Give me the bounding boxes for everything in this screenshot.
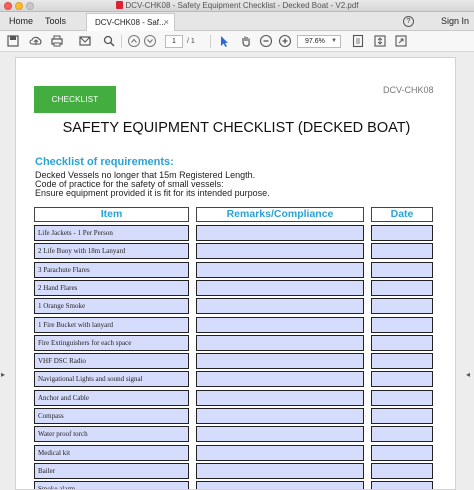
item-field[interactable]: 1 Orange Smoke bbox=[34, 298, 189, 314]
document-viewer[interactable]: ▸ ◂ DCV-CHK08 CHECKLIST SAFETY EQUIPMENT… bbox=[0, 52, 474, 490]
window-titlebar: DCV-CHK08 - Safety Equipment Checklist -… bbox=[0, 0, 474, 12]
save-icon[interactable] bbox=[6, 34, 20, 48]
item-field[interactable]: Smoke alarm bbox=[34, 481, 189, 489]
remarks-field[interactable] bbox=[196, 390, 364, 406]
date-field[interactable] bbox=[371, 317, 433, 333]
remarks-field[interactable] bbox=[196, 371, 364, 387]
item-field[interactable]: 2 Life Buoy with 18m Lanyard bbox=[34, 243, 189, 259]
remarks-field[interactable] bbox=[196, 408, 364, 424]
hand-tool-icon[interactable] bbox=[239, 34, 253, 48]
remarks-field[interactable] bbox=[196, 317, 364, 333]
item-field[interactable]: 3 Parachute Flares bbox=[34, 262, 189, 278]
close-icon[interactable]: × bbox=[164, 14, 169, 31]
page-number-input[interactable]: 1 bbox=[165, 35, 183, 48]
remarks-field[interactable] bbox=[196, 280, 364, 296]
item-field[interactable]: VHF DSC Radio bbox=[34, 353, 189, 369]
toolbar: 1 / 1 97.6% ▼ bbox=[0, 31, 474, 52]
remarks-field[interactable] bbox=[196, 225, 364, 241]
remarks-field[interactable] bbox=[196, 353, 364, 369]
column-header-date: Date bbox=[371, 207, 433, 222]
full-screen-icon[interactable] bbox=[394, 34, 408, 48]
date-field[interactable] bbox=[371, 298, 433, 314]
date-field[interactable] bbox=[371, 426, 433, 442]
tab-bar: Home Tools DCV-CHK08 - Saf... × ? Sign I… bbox=[0, 12, 474, 31]
right-pane-toggle-icon[interactable]: ◂ bbox=[466, 370, 470, 379]
checklist-button: CHECKLIST bbox=[34, 86, 116, 113]
zoom-select[interactable]: 97.6% ▼ bbox=[297, 35, 341, 48]
cloud-upload-icon[interactable] bbox=[29, 34, 43, 48]
column-header-item: Item bbox=[34, 207, 189, 222]
zoom-in-icon[interactable] bbox=[278, 34, 292, 48]
item-field[interactable]: Bailer bbox=[34, 463, 189, 479]
item-field[interactable]: Navigational Lights and sound signal bbox=[34, 371, 189, 387]
remarks-field[interactable] bbox=[196, 445, 364, 461]
column-header-remarks: Remarks/Compliance bbox=[196, 207, 364, 222]
zoom-out-icon[interactable] bbox=[259, 34, 273, 48]
search-icon[interactable] bbox=[102, 34, 116, 48]
remarks-field[interactable] bbox=[196, 243, 364, 259]
item-field[interactable]: 2 Hand Flares bbox=[34, 280, 189, 296]
document-code: DCV-CHK08 bbox=[383, 85, 434, 95]
tab-document[interactable]: DCV-CHK08 - Saf... × bbox=[86, 13, 175, 31]
help-button[interactable]: ? bbox=[403, 16, 414, 27]
date-field[interactable] bbox=[371, 225, 433, 241]
left-pane-toggle-icon[interactable]: ▸ bbox=[1, 370, 5, 379]
scroll-mode-icon[interactable] bbox=[373, 34, 387, 48]
date-field[interactable] bbox=[371, 262, 433, 278]
mail-icon[interactable] bbox=[78, 34, 92, 48]
date-field[interactable] bbox=[371, 280, 433, 296]
zoom-level: 97.6% bbox=[305, 38, 325, 45]
remarks-field[interactable] bbox=[196, 298, 364, 314]
remarks-field[interactable] bbox=[196, 463, 364, 479]
item-field[interactable]: Anchor and Cable bbox=[34, 390, 189, 406]
remarks-field[interactable] bbox=[196, 335, 364, 351]
remarks-field[interactable] bbox=[196, 262, 364, 278]
page-total: / 1 bbox=[187, 38, 195, 45]
item-field[interactable]: Compass bbox=[34, 408, 189, 424]
date-field[interactable] bbox=[371, 243, 433, 259]
remarks-field[interactable] bbox=[196, 481, 364, 489]
next-page-icon[interactable] bbox=[143, 34, 157, 48]
pdf-page: DCV-CHK08 CHECKLIST SAFETY EQUIPMENT CHE… bbox=[15, 57, 456, 490]
fit-page-icon[interactable] bbox=[351, 34, 365, 48]
pdf-file-icon bbox=[115, 1, 123, 9]
remarks-field[interactable] bbox=[196, 426, 364, 442]
chevron-down-icon: ▼ bbox=[331, 38, 337, 44]
toolbar-separator bbox=[121, 35, 122, 48]
window-title-container: DCV-CHK08 - Safety Equipment Checklist -… bbox=[0, 0, 474, 12]
date-field[interactable] bbox=[371, 335, 433, 351]
tab-tools[interactable]: Tools bbox=[45, 12, 66, 31]
item-field[interactable]: Water proof torch bbox=[34, 426, 189, 442]
select-cursor-icon[interactable] bbox=[217, 34, 231, 48]
requirement-line: Ensure equipment provided it is fit for … bbox=[35, 188, 270, 198]
window-title: DCV-CHK08 - Safety Equipment Checklist -… bbox=[125, 1, 359, 10]
date-field[interactable] bbox=[371, 481, 433, 489]
item-field[interactable]: 1 Fire Bucket with lanyard bbox=[34, 317, 189, 333]
sign-in-button[interactable]: Sign In bbox=[441, 12, 469, 31]
date-field[interactable] bbox=[371, 445, 433, 461]
tab-document-label: DCV-CHK08 - Saf... bbox=[95, 18, 166, 27]
item-field[interactable]: Medical kit bbox=[34, 445, 189, 461]
item-field[interactable]: Life Jackets - 1 Per Person bbox=[34, 225, 189, 241]
date-field[interactable] bbox=[371, 353, 433, 369]
print-icon[interactable] bbox=[50, 34, 64, 48]
requirements-heading: Checklist of requirements: bbox=[35, 156, 174, 168]
document-title: SAFETY EQUIPMENT CHECKLIST (DECKED BOAT) bbox=[62, 120, 411, 136]
date-field[interactable] bbox=[371, 371, 433, 387]
date-field[interactable] bbox=[371, 463, 433, 479]
item-field[interactable]: Fire Extinguishers for each space bbox=[34, 335, 189, 351]
tab-home[interactable]: Home bbox=[9, 12, 33, 31]
date-field[interactable] bbox=[371, 390, 433, 406]
date-field[interactable] bbox=[371, 408, 433, 424]
previous-page-icon[interactable] bbox=[127, 34, 141, 48]
toolbar-separator bbox=[210, 35, 211, 48]
